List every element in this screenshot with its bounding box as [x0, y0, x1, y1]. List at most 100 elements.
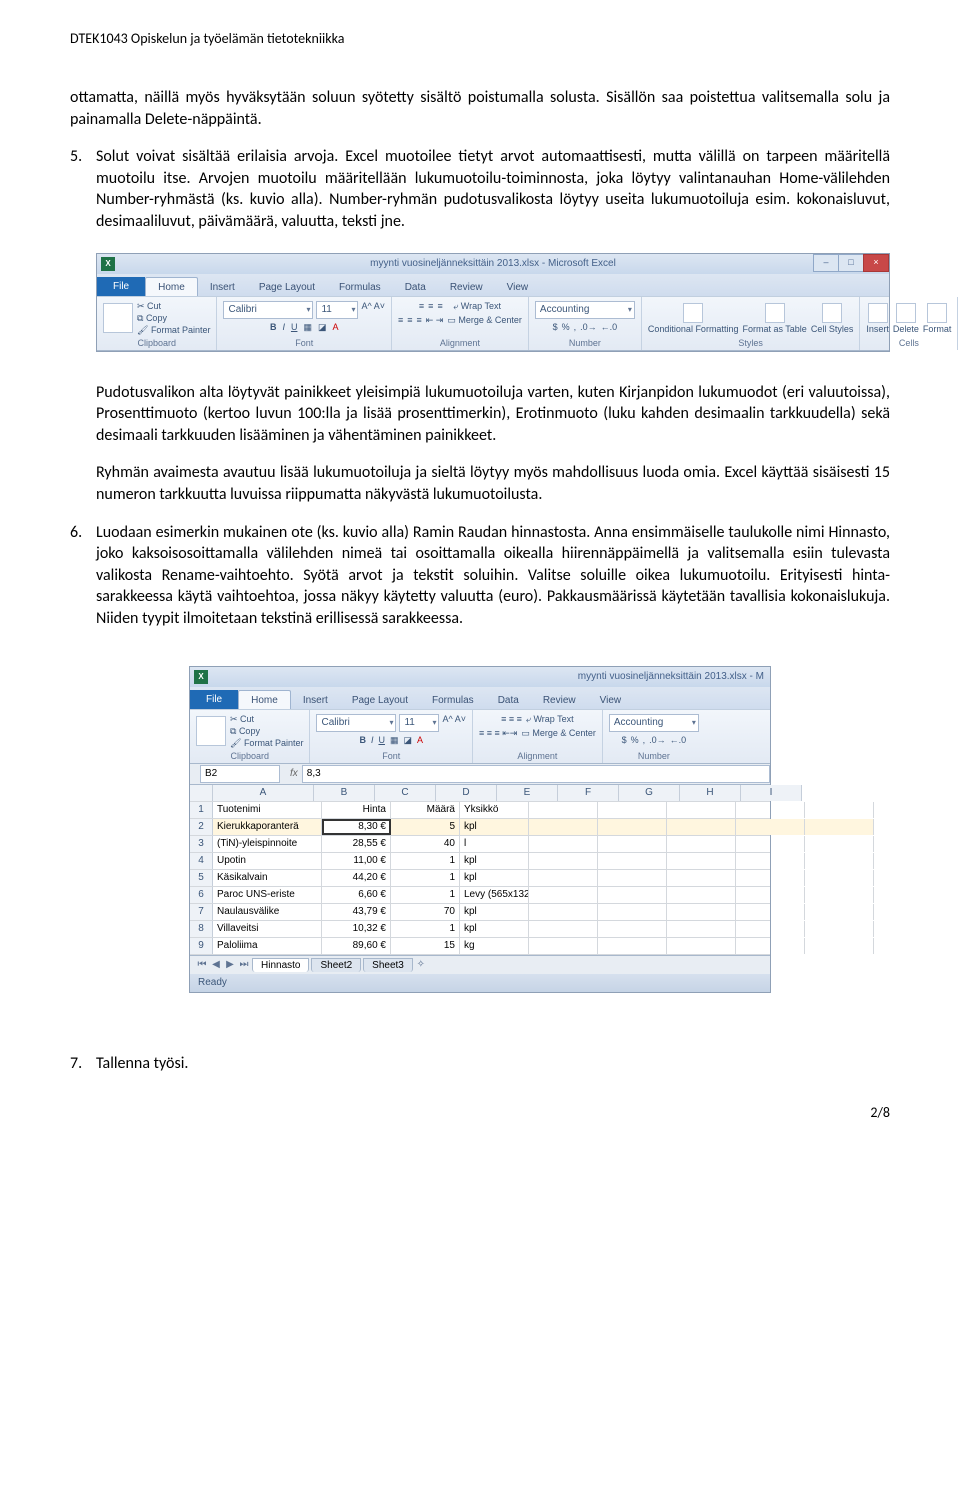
cut-button[interactable]: ✂ Cut	[137, 301, 210, 312]
number-format-dropdown[interactable]: Accounting	[535, 301, 635, 319]
cell[interactable]: Käsikalvain	[213, 870, 322, 886]
col-header[interactable]: G	[619, 785, 680, 801]
percent-icon[interactable]: %	[631, 735, 639, 745]
col-header[interactable]: D	[436, 785, 497, 801]
cell[interactable]: 8,30 €	[322, 819, 391, 835]
font-color-button[interactable]: A	[417, 735, 423, 746]
tab-review[interactable]: Review	[531, 691, 588, 709]
formula-input[interactable]: 8,3	[302, 765, 770, 783]
font-color-button[interactable]: A	[332, 322, 338, 333]
cell[interactable]: 5	[391, 819, 460, 835]
copy-button[interactable]: ⧉ Copy	[230, 726, 303, 737]
col-header[interactable]: H	[680, 785, 741, 801]
cell[interactable]: Paloliima	[213, 938, 322, 954]
cell[interactable]	[598, 802, 667, 818]
border-button[interactable]: ▦	[390, 735, 399, 746]
cell[interactable]	[736, 802, 805, 818]
table-row[interactable]: 3(TiN)-yleispinnoite28,55 €40l	[190, 836, 770, 853]
tab-insert[interactable]: Insert	[198, 278, 247, 296]
cell[interactable]	[529, 836, 598, 852]
format-cell-icon[interactable]	[927, 303, 947, 323]
tab-home[interactable]: Home	[238, 690, 291, 709]
sheet-nav-last[interactable]: ⏭	[238, 959, 250, 970]
cell[interactable]	[667, 819, 736, 835]
row-header[interactable]: 9	[190, 938, 213, 954]
col-header[interactable]: B	[314, 785, 375, 801]
cond-format-icon[interactable]	[683, 303, 703, 323]
col-header[interactable]: E	[497, 785, 558, 801]
align-left-icon[interactable]: ≡	[398, 315, 403, 326]
maximize-button[interactable]: □	[838, 254, 864, 272]
copy-button[interactable]: ⧉ Copy	[137, 313, 210, 324]
cell[interactable]: Kierukkaporanterä	[213, 819, 322, 835]
cell[interactable]	[736, 887, 805, 903]
indent-icon[interactable]: ⇤ ⇥	[426, 315, 444, 326]
sheet-tab-2[interactable]: Sheet2	[311, 958, 361, 972]
cell[interactable]	[667, 836, 736, 852]
cell[interactable]: Upotin	[213, 853, 322, 869]
tab-view[interactable]: View	[495, 278, 541, 296]
cell[interactable]: Määrä	[391, 802, 460, 818]
cell[interactable]	[529, 802, 598, 818]
row-header[interactable]: 1	[190, 802, 213, 818]
cell[interactable]	[667, 853, 736, 869]
table-row[interactable]: 9Paloliima89,60 €15kg	[190, 938, 770, 955]
wrap-text-button[interactable]: ⤶ Wrap Text	[526, 714, 574, 725]
sheet-nav-next[interactable]: ▶	[224, 959, 236, 970]
cell[interactable]	[667, 870, 736, 886]
format-painter-button[interactable]: 🖌 Format Painter	[230, 738, 303, 749]
cell[interactable]: kpl	[460, 870, 529, 886]
tab-review[interactable]: Review	[438, 278, 495, 296]
comma-icon[interactable]: ,	[574, 322, 577, 332]
cell[interactable]	[529, 938, 598, 954]
cell[interactable]	[598, 938, 667, 954]
cell[interactable]	[805, 887, 874, 903]
delete-cell-icon[interactable]	[896, 303, 916, 323]
cell[interactable]: Tuotenimi	[213, 802, 322, 818]
cell[interactable]	[667, 802, 736, 818]
cell[interactable]: 1	[391, 870, 460, 886]
align-top-icon[interactable]: ≡	[419, 301, 424, 312]
insert-cell-icon[interactable]	[868, 303, 888, 323]
cell[interactable]: 6,60 €	[322, 887, 391, 903]
format-table-icon[interactable]	[765, 303, 785, 323]
font-size-dropdown[interactable]: 11	[316, 301, 358, 319]
minimize-button[interactable]: –	[813, 254, 839, 272]
cell[interactable]: 10,32 €	[322, 921, 391, 937]
cell[interactable]	[598, 904, 667, 920]
cell[interactable]	[736, 819, 805, 835]
row-header[interactable]: 3	[190, 836, 213, 852]
format-painter-button[interactable]: 🖌 Format Painter	[137, 325, 210, 336]
sheet-nav-prev[interactable]: ◀	[210, 959, 222, 970]
table-row[interactable]: 6Paroc UNS-eriste6,60 €1Levy (565x1320x4…	[190, 887, 770, 904]
cell[interactable]	[667, 921, 736, 937]
dec-decimal-icon[interactable]: ←.0	[601, 322, 618, 332]
font-size-dropdown[interactable]: 11	[399, 714, 439, 732]
cell[interactable]	[598, 836, 667, 852]
font-name-dropdown[interactable]: Calibri	[223, 301, 313, 319]
inc-decimal-icon[interactable]: .0→	[580, 322, 597, 332]
col-header[interactable]: I	[741, 785, 802, 801]
tab-home[interactable]: Home	[145, 277, 198, 296]
col-header[interactable]: F	[558, 785, 619, 801]
cell[interactable]	[598, 853, 667, 869]
cell[interactable]	[736, 904, 805, 920]
font-name-dropdown[interactable]: Calibri	[316, 714, 396, 732]
cell[interactable]: Villaveitsi	[213, 921, 322, 937]
merge-button[interactable]: ▭ Merge & Center	[447, 315, 522, 326]
cell[interactable]: kg	[460, 938, 529, 954]
border-button[interactable]: ▦	[303, 322, 312, 333]
cell[interactable]: Naulausvälike	[213, 904, 322, 920]
cell[interactable]: kpl	[460, 921, 529, 937]
row-header[interactable]: 7	[190, 904, 213, 920]
align-bot-icon[interactable]: ≡	[437, 301, 442, 312]
cell[interactable]: kpl	[460, 819, 529, 835]
name-box[interactable]: B2	[200, 765, 280, 783]
cell[interactable]: 1	[391, 921, 460, 937]
tab-data[interactable]: Data	[486, 691, 531, 709]
row-header[interactable]: 8	[190, 921, 213, 937]
cell[interactable]	[667, 938, 736, 954]
currency-icon[interactable]: $	[622, 735, 627, 745]
cell[interactable]: 43,79 €	[322, 904, 391, 920]
cell[interactable]: l	[460, 836, 529, 852]
